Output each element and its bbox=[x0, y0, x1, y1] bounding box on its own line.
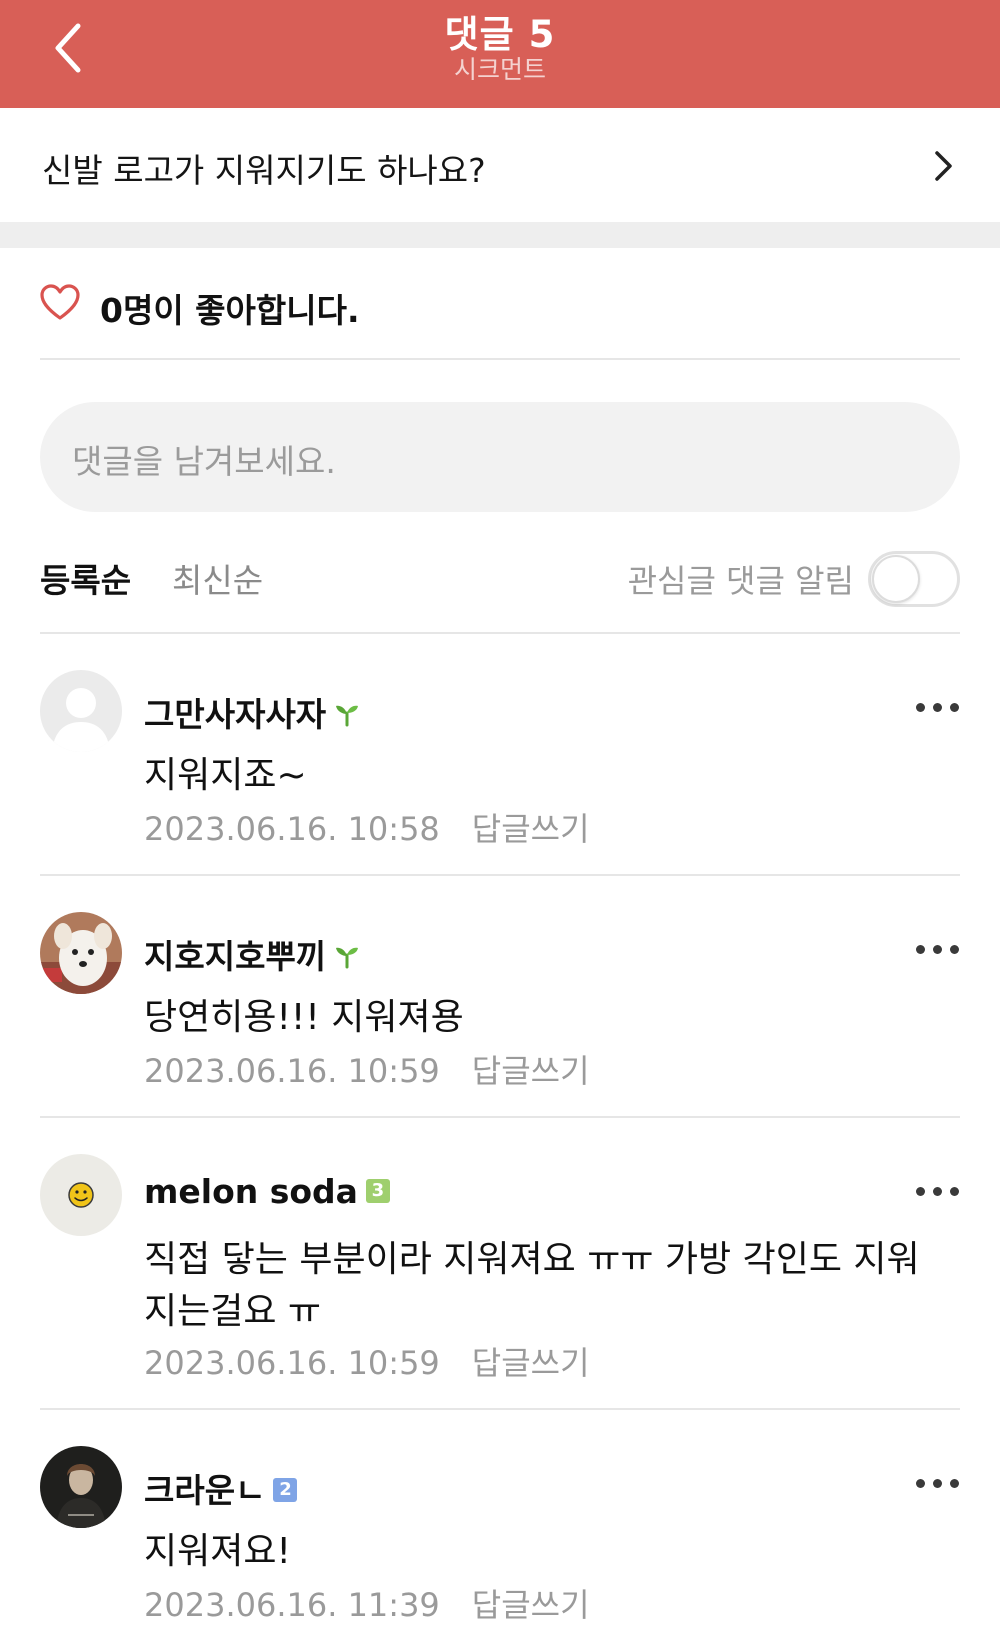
reply-button[interactable]: 답글쓰기 bbox=[472, 1344, 590, 1382]
comment-item: melon soda 3 직접 닿는 부분이라 지워져요 ㅠㅠ 가방 각인도 지워… bbox=[0, 1154, 1000, 1404]
sort-row: 등록순 최신순 관심글 댓글 알림 bbox=[40, 546, 960, 607]
comment-input-placeholder: 댓글을 남겨보세요. bbox=[72, 442, 336, 481]
comment-author[interactable]: 지호지호뿌끼 bbox=[144, 930, 360, 978]
reply-button[interactable]: 답글쓰기 bbox=[472, 810, 590, 848]
comment-meta: 2023.06.16. 11:39 답글쓰기 bbox=[144, 1580, 590, 1626]
sort-tab-registered[interactable]: 등록순 bbox=[40, 554, 131, 602]
comment-date: 2023.06.16. 10:59 bbox=[144, 1052, 440, 1090]
more-options-button[interactable] bbox=[916, 1182, 960, 1202]
comment-date: 2023.06.16. 11:39 bbox=[144, 1586, 440, 1624]
comment-text: 지워져요! bbox=[144, 1531, 291, 1572]
top-header: 댓글 5 시크먼트 bbox=[0, 0, 1000, 108]
toggle-knob bbox=[872, 555, 920, 603]
comment-text: 지워지죠~ bbox=[144, 755, 307, 796]
comment-text: 직접 닿는 부분이라 지워져요 ㅠㅠ 가방 각인도 지워지는걸요 ㅠ bbox=[144, 1239, 920, 1332]
author-name: 지호지호뿌끼 bbox=[144, 937, 327, 976]
sprout-icon bbox=[336, 705, 359, 726]
level-badge: 3 bbox=[365, 1178, 390, 1203]
post-link-row[interactable]: 신발 로고가 지워지기도 하나요? bbox=[0, 108, 1000, 222]
comment-item: 그만사자사자 지워지죠~ 2023.06.16. 10:58 답글쓰기 bbox=[0, 670, 1000, 870]
smiley-photo-avatar bbox=[40, 1154, 122, 1236]
sort-tab-latest[interactable]: 최신순 bbox=[172, 554, 263, 602]
puppy-photo-avatar bbox=[40, 912, 122, 994]
comment-meta: 2023.06.16. 10:59 답글쓰기 bbox=[144, 1046, 590, 1092]
more-options-button[interactable] bbox=[916, 1474, 960, 1494]
avatar[interactable] bbox=[40, 670, 122, 752]
section-separator bbox=[0, 222, 1000, 248]
likes-count-text: 0명이 좋아합니다. bbox=[100, 291, 360, 330]
post-title: 신발 로고가 지워지기도 하나요? bbox=[42, 151, 486, 190]
default-avatar-icon bbox=[40, 670, 122, 752]
author-name: 크라운ㄴ bbox=[144, 1471, 266, 1510]
reply-button[interactable]: 답글쓰기 bbox=[472, 1052, 590, 1090]
divider bbox=[40, 358, 960, 360]
avatar[interactable] bbox=[40, 912, 122, 994]
chevron-right-icon bbox=[935, 151, 952, 181]
divider bbox=[40, 1408, 960, 1410]
comment-author[interactable]: melon soda 3 bbox=[144, 1172, 390, 1211]
comment-item: 크라운ㄴ 2 지워져요! 2023.06.16. 11:39 답글쓰기 bbox=[0, 1446, 1000, 1628]
level-badge: 2 bbox=[273, 1477, 298, 1502]
heart-icon[interactable] bbox=[40, 284, 80, 322]
comment-author[interactable]: 크라운ㄴ 2 bbox=[144, 1464, 298, 1512]
author-name: melon soda bbox=[144, 1172, 358, 1211]
comment-meta: 2023.06.16. 10:58 답글쓰기 bbox=[144, 804, 590, 850]
divider bbox=[40, 1116, 960, 1118]
more-options-button[interactable] bbox=[916, 940, 960, 960]
avatar[interactable] bbox=[40, 1154, 122, 1236]
comment-text: 당연히용!!! 지워져용 bbox=[144, 997, 464, 1038]
comment-date: 2023.06.16. 10:58 bbox=[144, 810, 440, 848]
more-options-button[interactable] bbox=[916, 698, 960, 718]
reply-button[interactable]: 답글쓰기 bbox=[472, 1586, 590, 1624]
avatar[interactable] bbox=[40, 1446, 122, 1528]
sprout-icon bbox=[336, 947, 359, 968]
comment-item: 지호지호뿌끼 당연히용!!! 지워져용 2023.06.16. 10:59 답글쓰… bbox=[0, 912, 1000, 1112]
divider bbox=[40, 874, 960, 876]
author-name: 그만사자사자 bbox=[144, 695, 327, 734]
portrait-photo-avatar bbox=[40, 1446, 122, 1528]
divider bbox=[40, 632, 960, 634]
comment-notify-toggle[interactable] bbox=[868, 551, 960, 607]
comment-date: 2023.06.16. 10:59 bbox=[144, 1344, 440, 1382]
comment-input[interactable]: 댓글을 남겨보세요. bbox=[40, 402, 960, 512]
comment-meta: 2023.06.16. 10:59 답글쓰기 bbox=[144, 1338, 590, 1384]
comment-author[interactable]: 그만사자사자 bbox=[144, 688, 360, 736]
comment-notify-label: 관심글 댓글 알림 bbox=[627, 562, 854, 600]
header-subtitle: 시크먼트 bbox=[453, 55, 546, 84]
